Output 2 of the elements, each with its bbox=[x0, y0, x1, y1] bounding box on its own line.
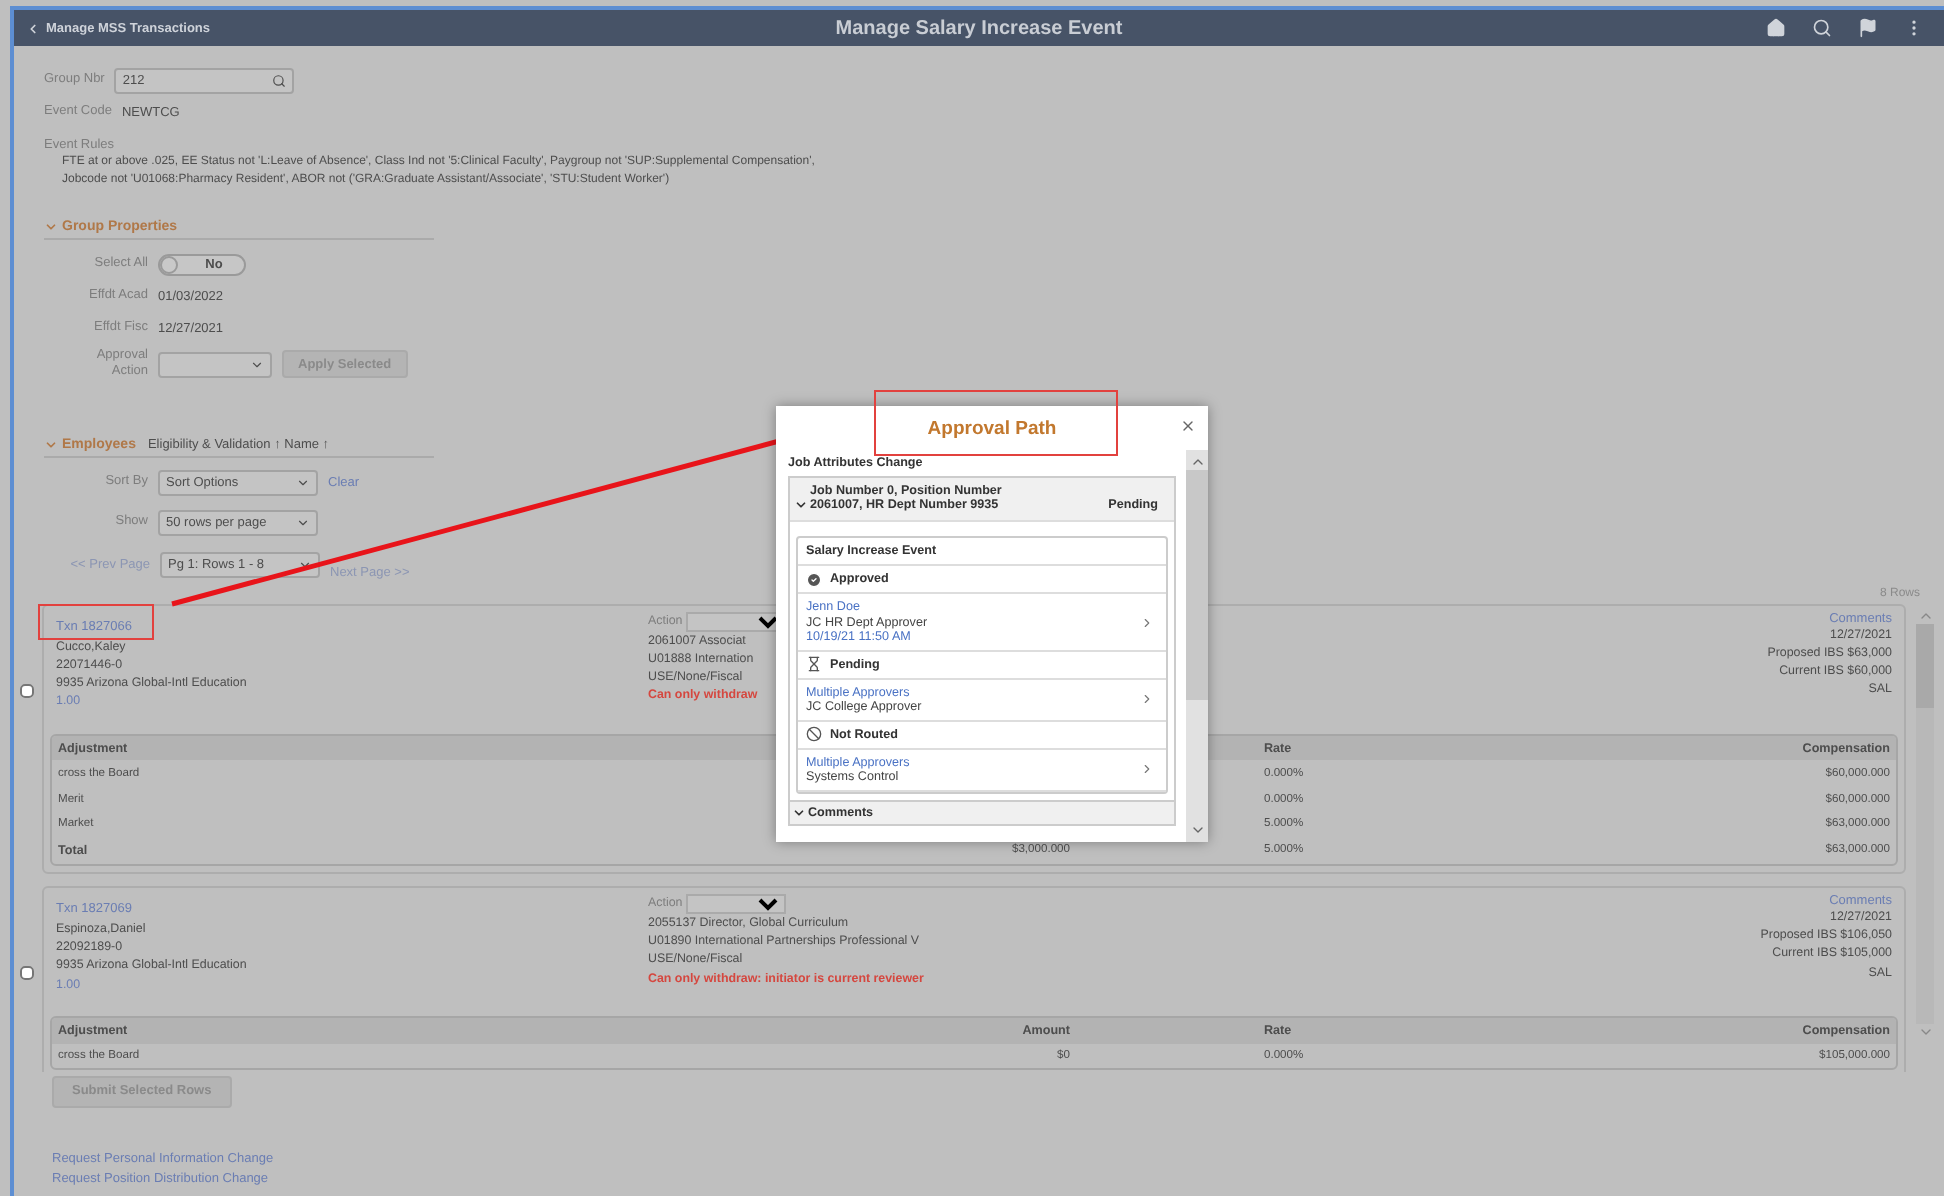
page-title: Manage Salary Increase Event bbox=[835, 17, 1123, 39]
dialog-title: Approval Path bbox=[927, 417, 1057, 439]
